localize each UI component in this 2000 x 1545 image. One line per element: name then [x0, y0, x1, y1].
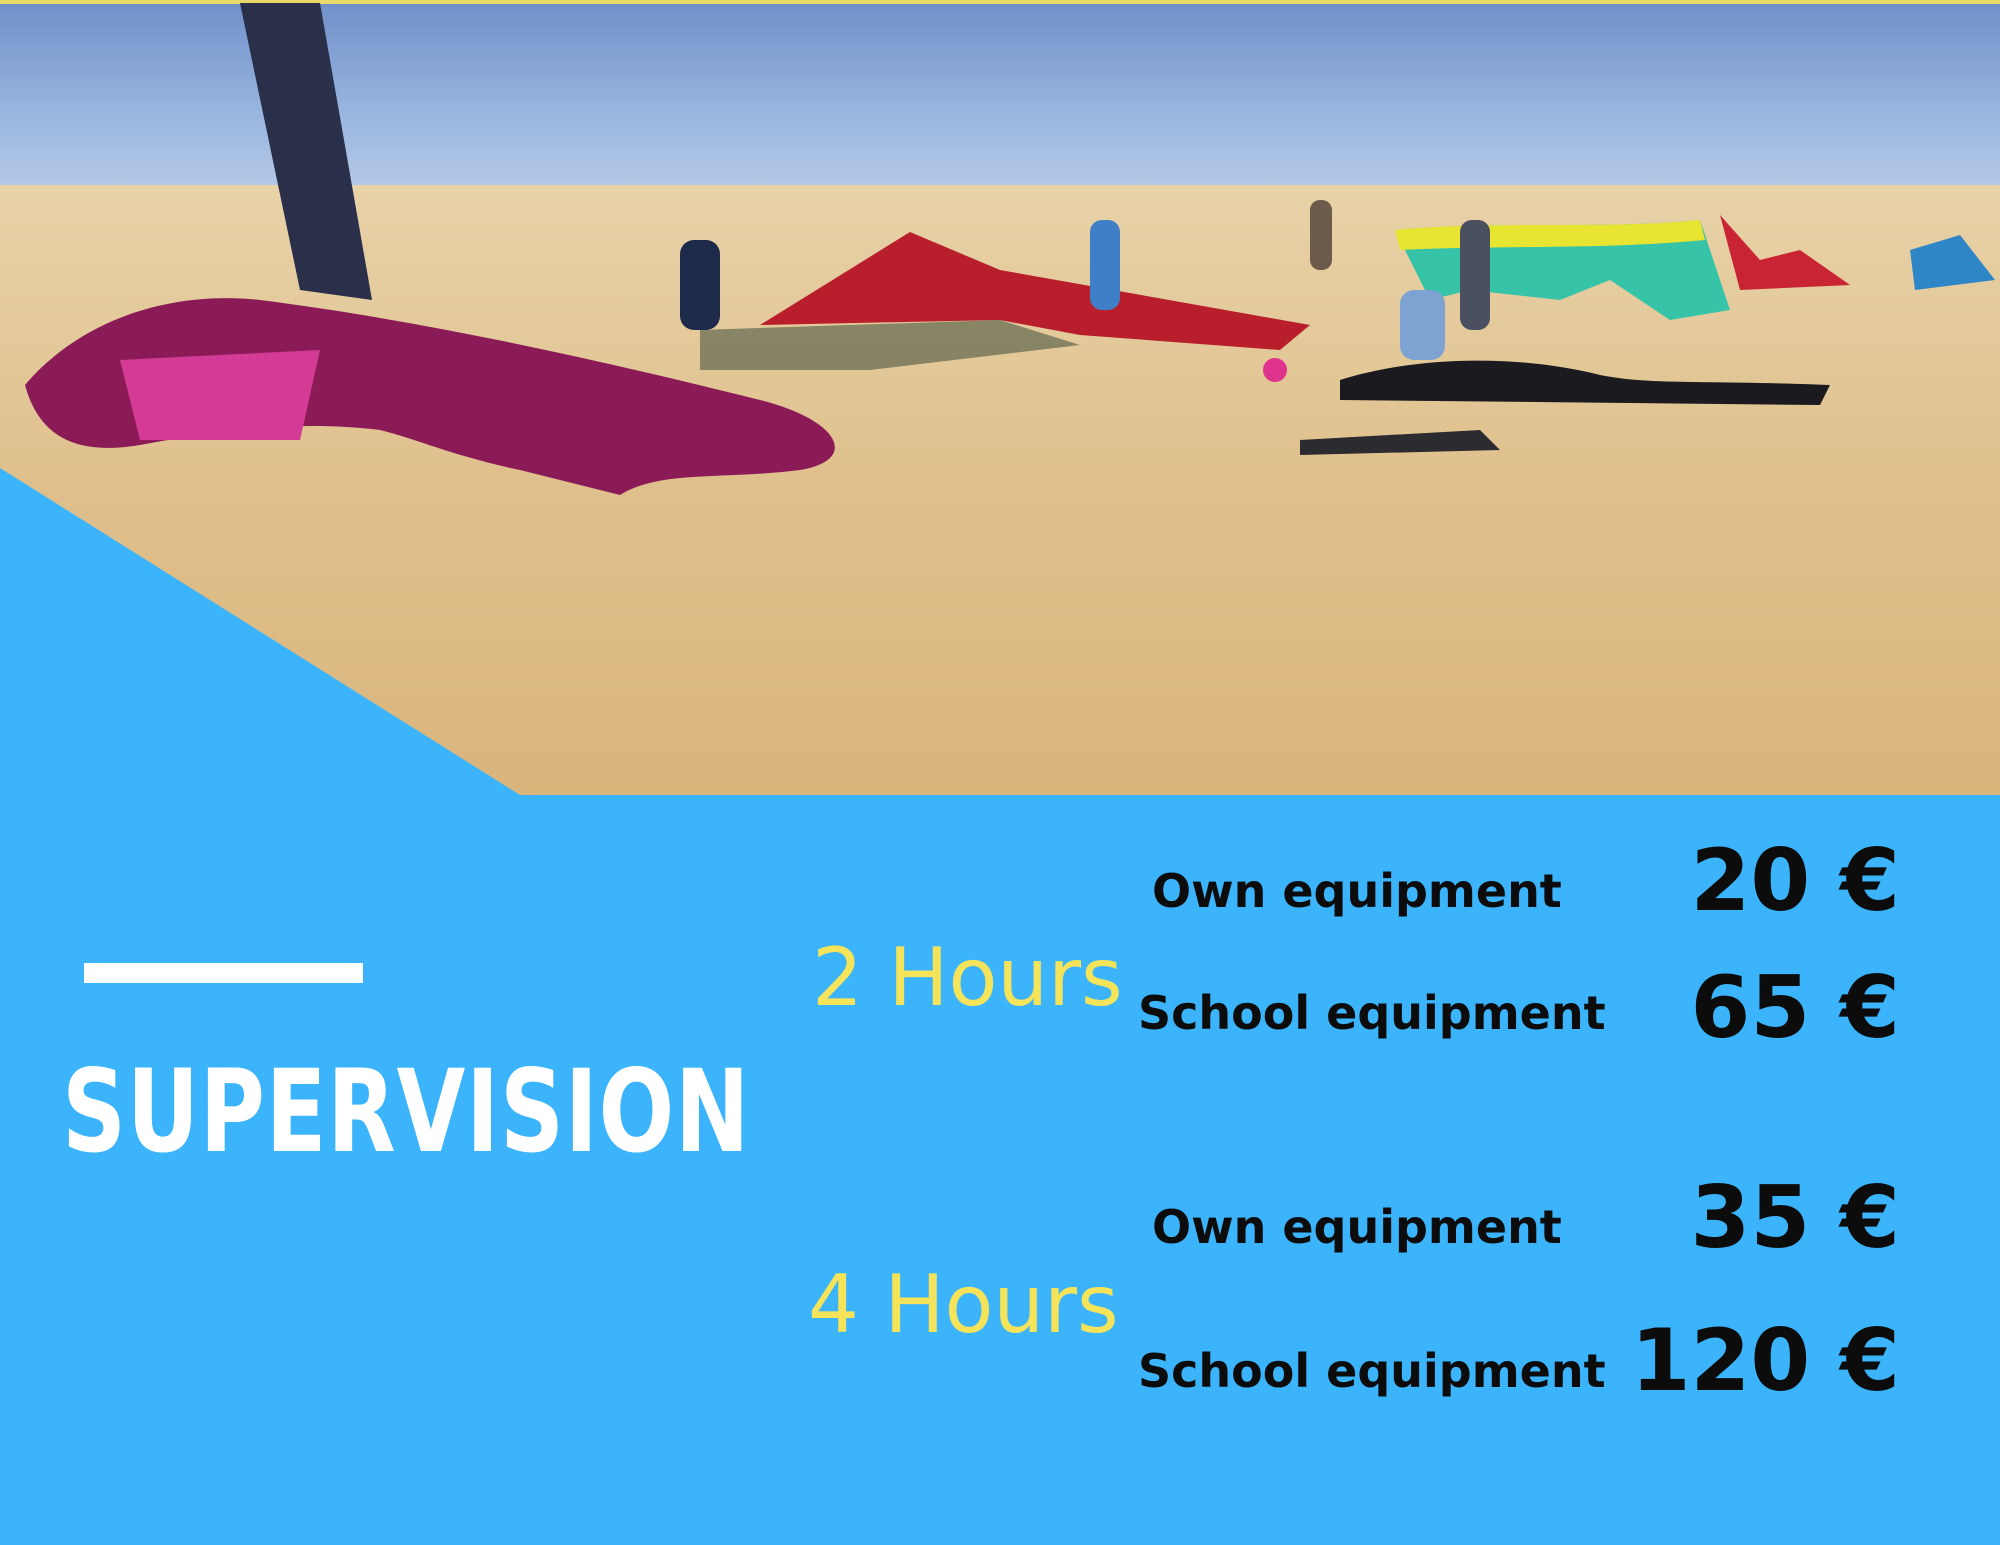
plan-option-price: 35 € [1690, 1168, 1900, 1268]
plan-duration-4h: 4 Hours [808, 1258, 1119, 1351]
plan-option-label: School equipment [1138, 1344, 1606, 1398]
plan-duration-2h: 2 Hours [812, 931, 1123, 1024]
title-accent-bar [84, 963, 363, 983]
plan-option-price: 120 € [1630, 1311, 1900, 1411]
plan-option-label: School equipment [1138, 986, 1606, 1040]
page-title: SUPERVISION [62, 1045, 751, 1178]
plan-option-price: 20 € [1690, 831, 1900, 931]
photo-corner-cut [0, 468, 520, 795]
plan-option-label: Own equipment [1152, 1200, 1562, 1254]
plan-option-price: 65 € [1690, 958, 1900, 1058]
plan-option-label: Own equipment [1152, 864, 1562, 918]
